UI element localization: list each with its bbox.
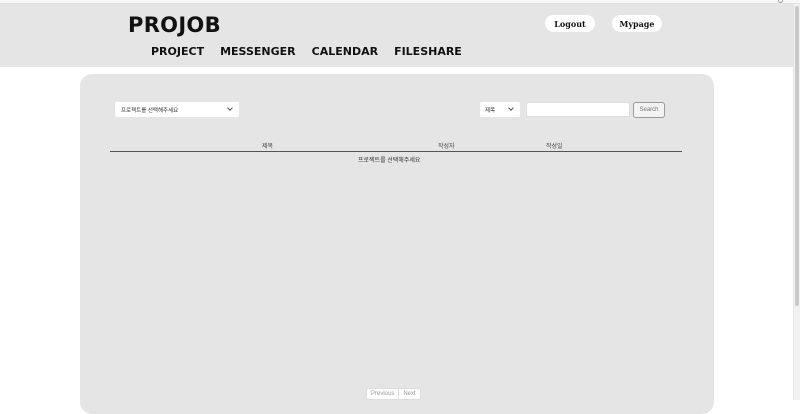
column-header-author: 작성자 (438, 144, 455, 150)
board-panel (80, 74, 714, 414)
table-divider (110, 151, 682, 152)
logout-button[interactable]: Logout (545, 15, 595, 32)
logo[interactable]: PROJOB (128, 13, 221, 37)
search-field-select[interactable]: 제목 (480, 102, 520, 117)
next-page-button[interactable]: Next (398, 389, 419, 399)
column-header-date: 작성일 (546, 144, 563, 150)
previous-page-button[interactable]: Previous (367, 389, 398, 399)
scrollbar-thumb[interactable] (795, 6, 799, 306)
project-select[interactable]: 프로젝트를 선택해주세요 (115, 102, 239, 117)
site-header: PROJOB PROJECT MESSENGER CALENDAR FILESH… (0, 4, 800, 67)
mypage-button[interactable]: Mypage (612, 15, 662, 32)
main-nav: PROJECT MESSENGER CALENDAR FILESHARE (151, 45, 462, 58)
chevron-down-icon (508, 105, 514, 111)
column-header-title: 제목 (262, 144, 274, 150)
pagination: Previous Next (366, 388, 421, 400)
nav-calendar[interactable]: CALENDAR (312, 45, 378, 58)
search-field-value: 제목 (485, 107, 496, 114)
project-select-value: 프로젝트를 선택해주세요 (121, 107, 179, 114)
search-button[interactable]: Search (633, 102, 665, 118)
page-scrollbar[interactable] (793, 4, 800, 400)
nav-fileshare[interactable]: FILESHARE (394, 45, 462, 58)
search-input[interactable] (526, 102, 630, 117)
chevron-down-icon (227, 105, 233, 111)
nav-messenger[interactable]: MESSENGER (220, 45, 296, 58)
chevron-down-icon[interactable] (778, 0, 783, 3)
nav-project[interactable]: PROJECT (151, 45, 204, 58)
empty-table-message: 프로젝트를 선택해주세요 (358, 158, 421, 164)
